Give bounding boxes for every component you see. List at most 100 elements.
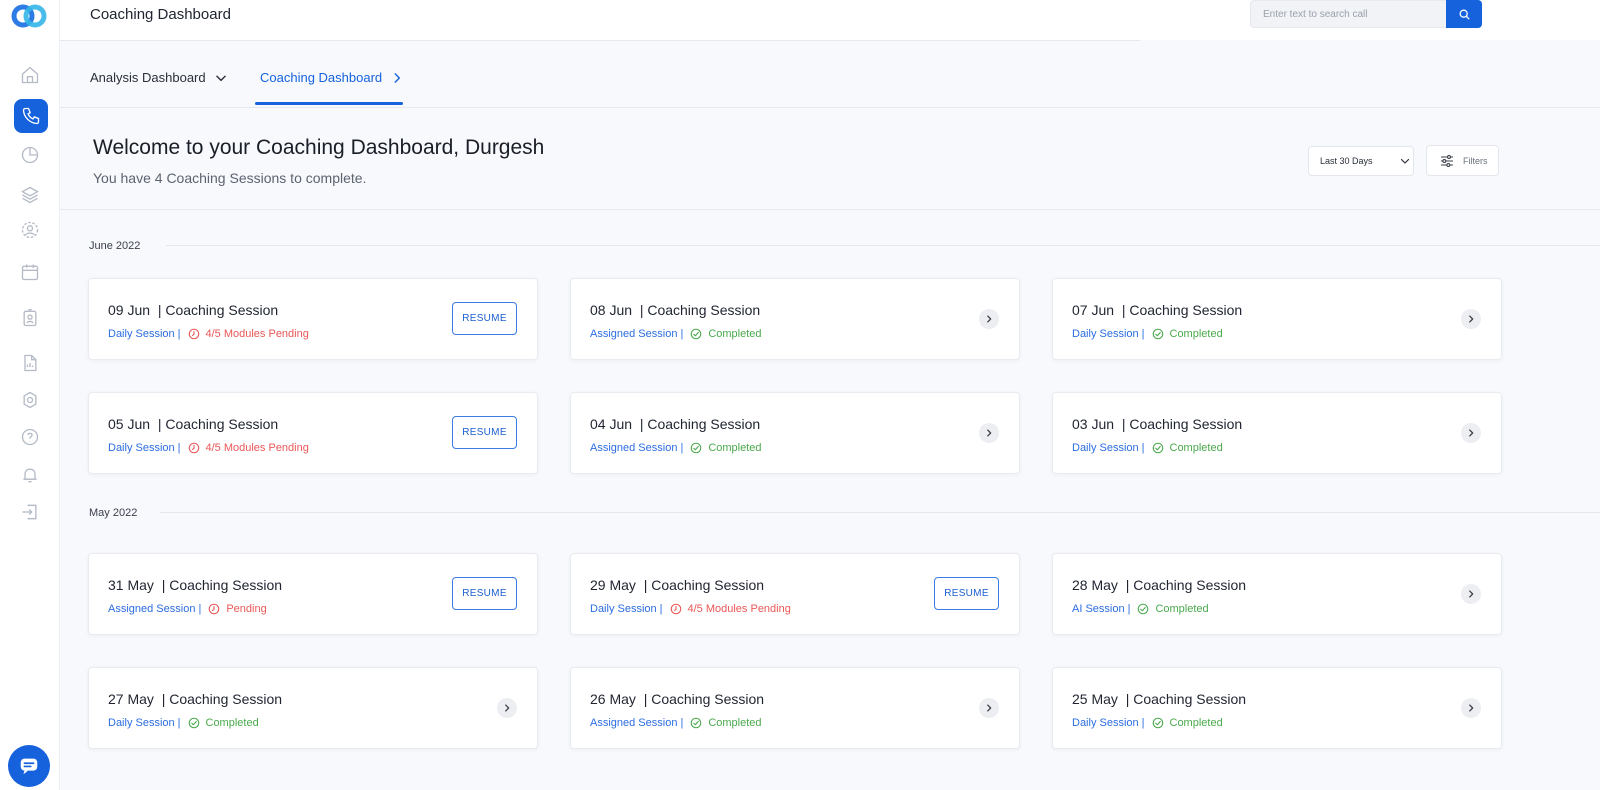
help-icon[interactable] [17,424,43,450]
session-type: Assigned Session [108,603,196,615]
open-session-button[interactable] [979,698,999,718]
resume-button[interactable]: RESUME [452,416,517,449]
open-session-button[interactable] [1461,698,1481,718]
session-type: AI Session [1072,603,1125,615]
session-type: Assigned Session [590,328,678,340]
active-tab-indicator [255,102,403,105]
session-card[interactable]: 08 Jun | Coaching Session Assigned Sessio… [570,278,1020,360]
session-meta: Daily Session | Completed [1072,442,1223,454]
phone-icon[interactable] [14,99,48,133]
chevron-right-icon [394,72,401,83]
session-card[interactable]: 27 May | Coaching Session Daily Session | C… [88,667,538,749]
session-title: 27 May | Coaching Session [108,691,283,707]
calendar-icon[interactable] [17,259,43,285]
chevron-right-icon [1469,315,1474,323]
meta-separator: | [659,603,663,615]
user-gear-icon[interactable] [17,217,43,243]
session-meta: Daily Session | Completed [1072,328,1223,340]
open-session-button[interactable] [1461,584,1481,604]
meta-separator: | [177,442,181,454]
month-divider [160,512,1600,513]
resume-button[interactable]: RESUME [452,577,517,610]
meta-separator: | [680,442,684,454]
bell-icon[interactable] [17,462,43,488]
search-icon [1459,9,1469,19]
session-meta: Daily Session | 4/5 Modules Pending [590,603,791,615]
settings-icon[interactable] [17,387,43,413]
app-logo[interactable] [10,2,48,30]
chevron-down-icon [1400,158,1409,164]
date-range-select[interactable]: Last 30 Days [1308,146,1414,176]
month-heading: June 2022 [89,240,141,252]
check-circle-icon [691,328,702,340]
session-card[interactable]: 07 Jun | Coaching Session Daily Session | C… [1052,278,1502,360]
open-session-button[interactable] [1461,309,1481,329]
clock-alert-icon [209,603,220,615]
session-card[interactable]: 29 May | Coaching Session Daily Session | 4… [570,553,1020,635]
session-status: 4/5 Modules Pending [188,442,309,454]
pie-chart-icon[interactable] [17,142,43,168]
clock-alert-icon [188,328,199,340]
session-meta: Daily Session | 4/5 Modules Pending [108,328,309,340]
chat-icon [20,758,38,775]
session-status-text: Completed [205,717,259,729]
home-icon[interactable] [17,62,43,88]
welcome-subtitle: You have 4 Coaching Sessions to complete… [93,170,367,186]
session-title: 05 Jun | Coaching Session [108,416,279,432]
session-meta: Assigned Session | Completed [590,442,762,454]
meta-separator: | [177,717,181,729]
session-card[interactable]: 31 May | Coaching Session Assigned Sessio… [88,553,538,635]
session-card[interactable]: 04 Jun | Coaching Session Assigned Sessio… [570,392,1020,474]
session-status: Completed [1152,717,1223,729]
session-card[interactable]: 25 May | Coaching Session Daily Session | C… [1052,667,1502,749]
session-card[interactable]: 05 Jun | Coaching Session Daily Session | 4… [88,392,538,474]
open-session-button[interactable] [979,309,999,329]
open-session-button[interactable] [979,423,999,443]
chevron-right-icon [1469,429,1474,437]
meta-separator: | [680,717,684,729]
session-card[interactable]: 28 May | Coaching Session AI Session | Comp… [1052,553,1502,635]
session-title: 26 May | Coaching Session [590,691,765,707]
layers-icon[interactable] [17,182,43,208]
session-status-text: Completed [1169,717,1223,729]
session-status: Completed [1152,328,1223,340]
check-circle-icon [1138,603,1149,615]
id-badge-icon[interactable] [17,305,43,331]
session-status: 4/5 Modules Pending [670,603,791,615]
sidebar [0,0,60,790]
session-status: Completed [690,717,762,729]
tab-analysis-dashboard[interactable]: Analysis Dashboard [90,70,228,85]
logout-icon[interactable] [17,499,43,525]
welcome-divider [60,209,1600,210]
session-card[interactable]: 03 Jun | Coaching Session Daily Session | C… [1052,392,1502,474]
session-type: Daily Session [108,328,175,340]
session-meta: Daily Session | Completed [108,717,259,729]
session-card[interactable]: 26 May | Coaching Session Assigned Sessio… [570,667,1020,749]
report-icon[interactable] [17,350,43,376]
session-title: 28 May | Coaching Session [1072,577,1247,593]
session-status-text: Completed [708,442,762,454]
resume-button[interactable]: RESUME [452,302,517,335]
check-circle-icon [1152,717,1163,729]
sliders-icon [1441,154,1453,167]
chevron-right-icon [987,704,992,712]
session-meta: Daily Session | 4/5 Modules Pending [108,442,309,454]
resume-button[interactable]: RESUME [934,577,999,610]
session-type: Daily Session [590,603,657,615]
open-session-button[interactable] [497,698,517,718]
search-input[interactable] [1250,0,1446,28]
chat-support-button[interactable] [8,745,50,787]
session-status-text: 4/5 Modules Pending [205,442,309,454]
date-range-value: Last 30 Days [1320,156,1373,166]
filters-button[interactable]: Filters [1426,145,1499,176]
chevron-down-icon [215,75,226,81]
session-status-text: Completed [708,328,762,340]
session-meta: Assigned Session | Completed [590,717,762,729]
search-button[interactable] [1446,0,1482,28]
tab-coaching-dashboard[interactable]: Coaching Dashboard [260,70,404,85]
session-title: 08 Jun | Coaching Session [590,302,761,318]
session-card[interactable]: 09 Jun | Coaching Session Daily Session | 4… [88,278,538,360]
session-meta: Assigned Session | Pending [108,603,267,615]
open-session-button[interactable] [1461,423,1481,443]
session-type: Daily Session [1072,442,1139,454]
